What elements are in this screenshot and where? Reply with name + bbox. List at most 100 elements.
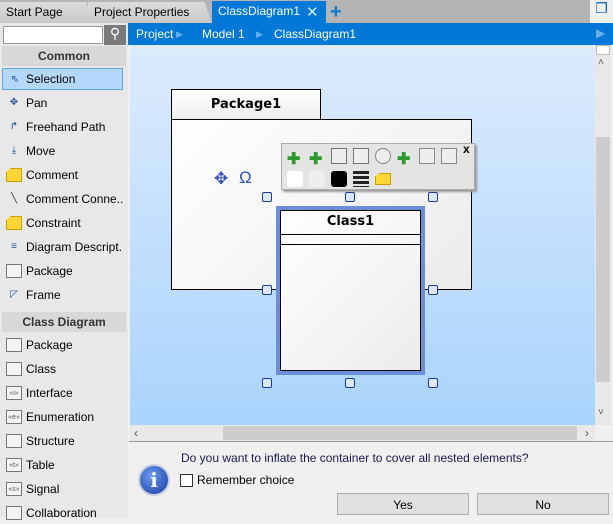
toolbox-item-label: Interface [26,386,73,400]
tab-classdiagram1[interactable]: ClassDiagram1 ✕ [212,1,326,23]
toolbox-item-enumeration[interactable]: «e» Enumeration [2,406,123,428]
class-element[interactable]: Class1 [276,206,425,375]
move-handle-icon[interactable]: ✥ [214,169,228,189]
remember-choice-label[interactable]: Remember choice [197,473,294,487]
yes-button[interactable]: Yes [337,493,469,515]
resize-handle[interactable] [428,285,438,295]
horizontal-scrollbar[interactable]: ‹ › [130,425,595,441]
close-icon[interactable]: ✕ [306,3,319,21]
window-list-icon[interactable]: ❐ [590,0,613,23]
toolbox-item-selection[interactable]: ⇖ Selection [2,68,123,90]
class-style-icon[interactable] [419,148,435,164]
scroll-thumb-corner[interactable] [596,45,610,55]
toolbox-item-label: Constraint [26,216,81,230]
chevron-right-icon: ▶ [176,29,183,39]
add-compartment-icon[interactable] [331,148,347,164]
toolbox-item-frame[interactable]: ◸ Frame [2,284,123,306]
tab-start-page[interactable]: Start Page [0,2,92,23]
toolbox-item-label: Package [26,264,73,278]
line-icon: ╲ [10,193,18,204]
scroll-left-icon[interactable]: ‹ [134,426,138,440]
fill-gray-icon[interactable] [309,171,325,187]
toolbox-item-label: Pan [26,96,48,110]
breadcrumb-model[interactable]: Model 1 [202,27,245,41]
toolbox-item-interface[interactable]: «i» Interface [2,382,123,404]
tab-project-properties[interactable]: Project Properties [88,2,212,23]
note-icon [6,216,22,230]
resize-handle[interactable] [262,285,272,295]
search-icon[interactable]: ⚲ [104,25,126,45]
toolbox-item-freehand-path[interactable]: ↱ Freehand Path [2,116,123,138]
vertical-scroll-thumb[interactable] [596,137,610,382]
table-icon: «t» [6,458,22,472]
toolbox-item-label: Signal [26,482,60,496]
resize-handle[interactable] [262,378,272,388]
add-operation-icon[interactable]: ✚ [309,149,325,168]
resize-handle[interactable] [345,192,355,202]
toolbox-item-diagram-descript[interactable]: ≡ Diagram Descript... [2,236,123,258]
cursor-icon: ⇖ [10,74,20,85]
lines-icon: ≡ [11,241,17,252]
inflate-dialog: Do you want to inflate the container to … [129,441,613,518]
omega-icon[interactable]: Ω [239,168,252,188]
toolbox-item-table[interactable]: «t» Table [2,454,123,476]
close-toolbar-icon[interactable]: x [463,142,470,156]
toolbox-item-collaboration[interactable]: Collaboration [2,502,123,524]
add-port-icon[interactable]: ✚ [397,149,413,168]
scroll-right-icon[interactable]: ▶ [596,26,605,40]
circle-icon[interactable] [375,148,391,164]
scroll-right-icon[interactable]: › [585,426,589,440]
class-name[interactable]: Class1 [281,211,420,235]
common-header[interactable]: Common [2,46,126,66]
toolbox-item-constraint[interactable]: Constraint [2,212,123,234]
dialog-message: Do you want to inflate the container to … [181,451,529,465]
info-icon: i [138,464,170,496]
add-tab-icon[interactable]: + [330,1,342,24]
remember-choice-checkbox[interactable] [180,474,193,487]
add-attribute-icon[interactable]: ✚ [287,149,303,168]
enumeration-icon: «e» [6,410,22,424]
toolbox-item-package[interactable]: Package [2,260,123,282]
package-tab[interactable]: Package1 [171,89,321,120]
scroll-down-icon[interactable]: ˅ [598,407,604,418]
class-style2-icon[interactable] [441,148,457,164]
pan-icon: ✥ [9,97,19,108]
toolbox-item-comment-conne[interactable]: ╲ Comment Conne... [2,188,123,210]
toolbox-item-label: Comment [26,168,79,182]
toolbox-item-comment[interactable]: Comment [2,164,123,186]
toolbox-search-input[interactable] [3,26,103,44]
add-compartment2-icon[interactable] [353,148,369,164]
no-button[interactable]: No [477,493,609,515]
diagram-canvas[interactable]: Package1 ✥ Ω ✚ ✚ ✚ x Class1 [130,45,595,425]
toolbox-item-class[interactable]: Class [2,358,123,380]
resize-handle[interactable] [428,192,438,202]
add-note-icon[interactable] [375,173,391,185]
breadcrumb-project[interactable]: Project [136,27,173,41]
vertical-scrollbar[interactable]: ˄ ˅ [595,45,611,425]
toolbox-item-structure[interactable]: Structure [2,430,123,452]
tab-bar: Start Page Project Properties ClassDiagr… [0,0,613,23]
resize-handle[interactable] [345,378,355,388]
class-diagram-header[interactable]: Class Diagram [2,312,126,332]
line-color-icon[interactable] [331,171,347,187]
horizontal-scroll-thumb[interactable] [223,426,577,440]
line-width-icon[interactable] [353,171,369,187]
attributes-compartment[interactable] [281,235,420,245]
toolbox-item-label: Package [26,338,73,352]
breadcrumb-diagram[interactable]: ClassDiagram1 [274,27,356,41]
resize-handle[interactable] [262,192,272,202]
interface-icon: «i» [6,386,22,400]
signal-icon: «s» [6,482,22,496]
toolbox-item-signal[interactable]: «s» Signal [2,478,123,500]
toolbox-item-pan[interactable]: ✥ Pan [2,92,123,114]
toolbox-item-label: Structure [26,434,75,448]
toolbox-item-package[interactable]: Package [2,334,123,356]
resize-handle[interactable] [428,378,438,388]
fill-white-icon[interactable] [287,171,303,187]
chevron-right-icon: ▶ [256,29,263,39]
toolbox-item-move[interactable]: ⤓ Move [2,140,123,162]
scroll-up-icon[interactable]: ˄ [598,57,604,68]
toolbox-item-label: Table [26,458,55,472]
toolbox-item-label: Move [26,144,56,158]
toolbox-item-label: Frame [26,288,61,302]
